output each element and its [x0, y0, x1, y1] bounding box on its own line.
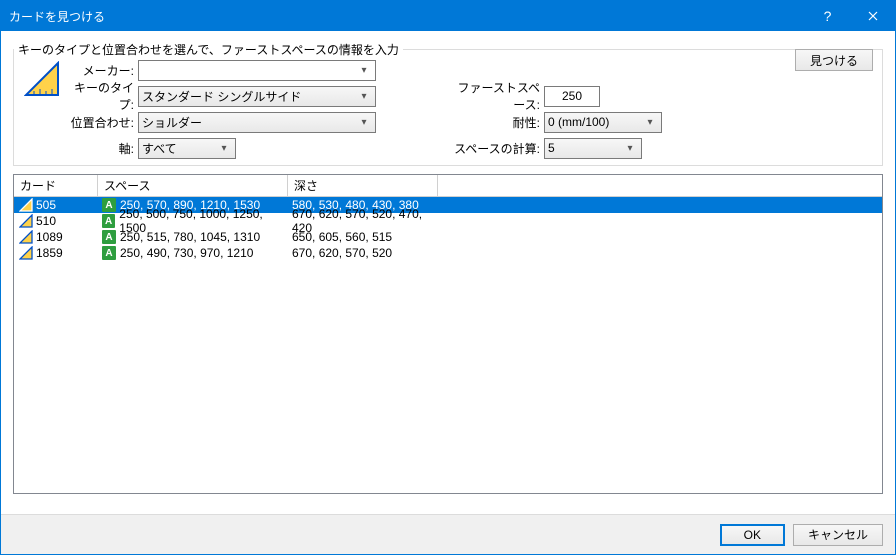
chevron-down-icon: ▾: [356, 117, 372, 128]
card-icon: [18, 230, 34, 244]
maker-label: メーカー:: [70, 62, 134, 79]
table-row[interactable]: 1859 A 250, 490, 730, 970, 1210 670, 620, 5…: [14, 245, 882, 261]
first-space-label: ファーストスペース:: [446, 79, 540, 113]
column-card[interactable]: カード: [14, 175, 98, 196]
table-row[interactable]: 510A250, 500, 750, 1000, 1250, 1500670, …: [14, 213, 882, 229]
card-number: 1089: [36, 230, 63, 244]
card-icon: [18, 246, 34, 260]
results-table[interactable]: カード スペース 深さ 505A250, 570, 890, 1210, 153…: [13, 174, 883, 494]
key-type-label: キーのタイプ:: [70, 79, 134, 113]
window-title: カードを見つける: [9, 8, 805, 25]
dialog-footer: OK キャンセル: [1, 514, 895, 554]
a-badge: A: [102, 198, 116, 212]
card-number: 1859: [36, 246, 63, 260]
column-depth[interactable]: 深さ: [288, 175, 438, 196]
space-values: 250, 490, 730, 970, 1210: [120, 246, 253, 260]
chevron-down-icon: ▾: [642, 117, 658, 128]
close-button[interactable]: [850, 1, 895, 31]
space-values: 250, 515, 780, 1045, 1310: [120, 230, 260, 244]
alignment-label: 位置合わせ:: [70, 114, 134, 131]
table-row[interactable]: 1089 A 250, 515, 780, 1045, 1310 650, 605, …: [14, 229, 882, 245]
card-number: 505: [36, 198, 56, 212]
ok-button[interactable]: OK: [720, 524, 785, 546]
titlebar: カードを見つける ?: [1, 1, 895, 31]
axis-label: 軸:: [70, 140, 134, 157]
space-calc-label: スペースの計算:: [446, 140, 540, 157]
chevron-down-icon: ▾: [356, 91, 372, 102]
close-icon: [868, 11, 878, 21]
find-button[interactable]: 見つける: [795, 49, 873, 71]
depth-values: 670, 620, 570, 520: [292, 246, 392, 260]
group-title: キーのタイプと位置合わせを選んで、ファーストスペースの情報を入力: [14, 41, 403, 58]
key-type-combo[interactable]: スタンダード シングルサイド ▾: [138, 86, 376, 107]
card-icon: [18, 198, 34, 212]
column-blank[interactable]: [438, 175, 590, 196]
tolerance-combo[interactable]: 0 (mm/100) ▾: [544, 112, 662, 133]
space-calc-combo[interactable]: 5 ▾: [544, 138, 642, 159]
first-space-input[interactable]: 250: [544, 86, 600, 107]
a-badge: A: [102, 214, 115, 228]
table-header: カード スペース 深さ: [14, 175, 882, 197]
chevron-down-icon: ▾: [356, 65, 372, 76]
help-button[interactable]: ?: [805, 1, 850, 31]
card-number: 510: [36, 214, 56, 228]
key-ruler-icon: [24, 61, 60, 97]
search-criteria-group: キーのタイプと位置合わせを選んで、ファーストスペースの情報を入力 メーカー:: [13, 49, 883, 166]
alignment-combo[interactable]: ショルダー ▾: [138, 112, 376, 133]
column-space[interactable]: スペース: [98, 175, 288, 196]
tolerance-label: 耐性:: [446, 114, 540, 131]
chevron-down-icon: ▾: [622, 143, 638, 154]
chevron-down-icon: ▾: [216, 143, 232, 154]
card-icon: [18, 214, 34, 228]
a-badge: A: [102, 246, 116, 260]
cancel-button[interactable]: キャンセル: [793, 524, 883, 546]
a-badge: A: [102, 230, 116, 244]
axis-combo[interactable]: すべて ▾: [138, 138, 236, 159]
maker-combo[interactable]: ▾: [138, 60, 376, 81]
depth-values: 650, 605, 560, 515: [292, 230, 392, 244]
